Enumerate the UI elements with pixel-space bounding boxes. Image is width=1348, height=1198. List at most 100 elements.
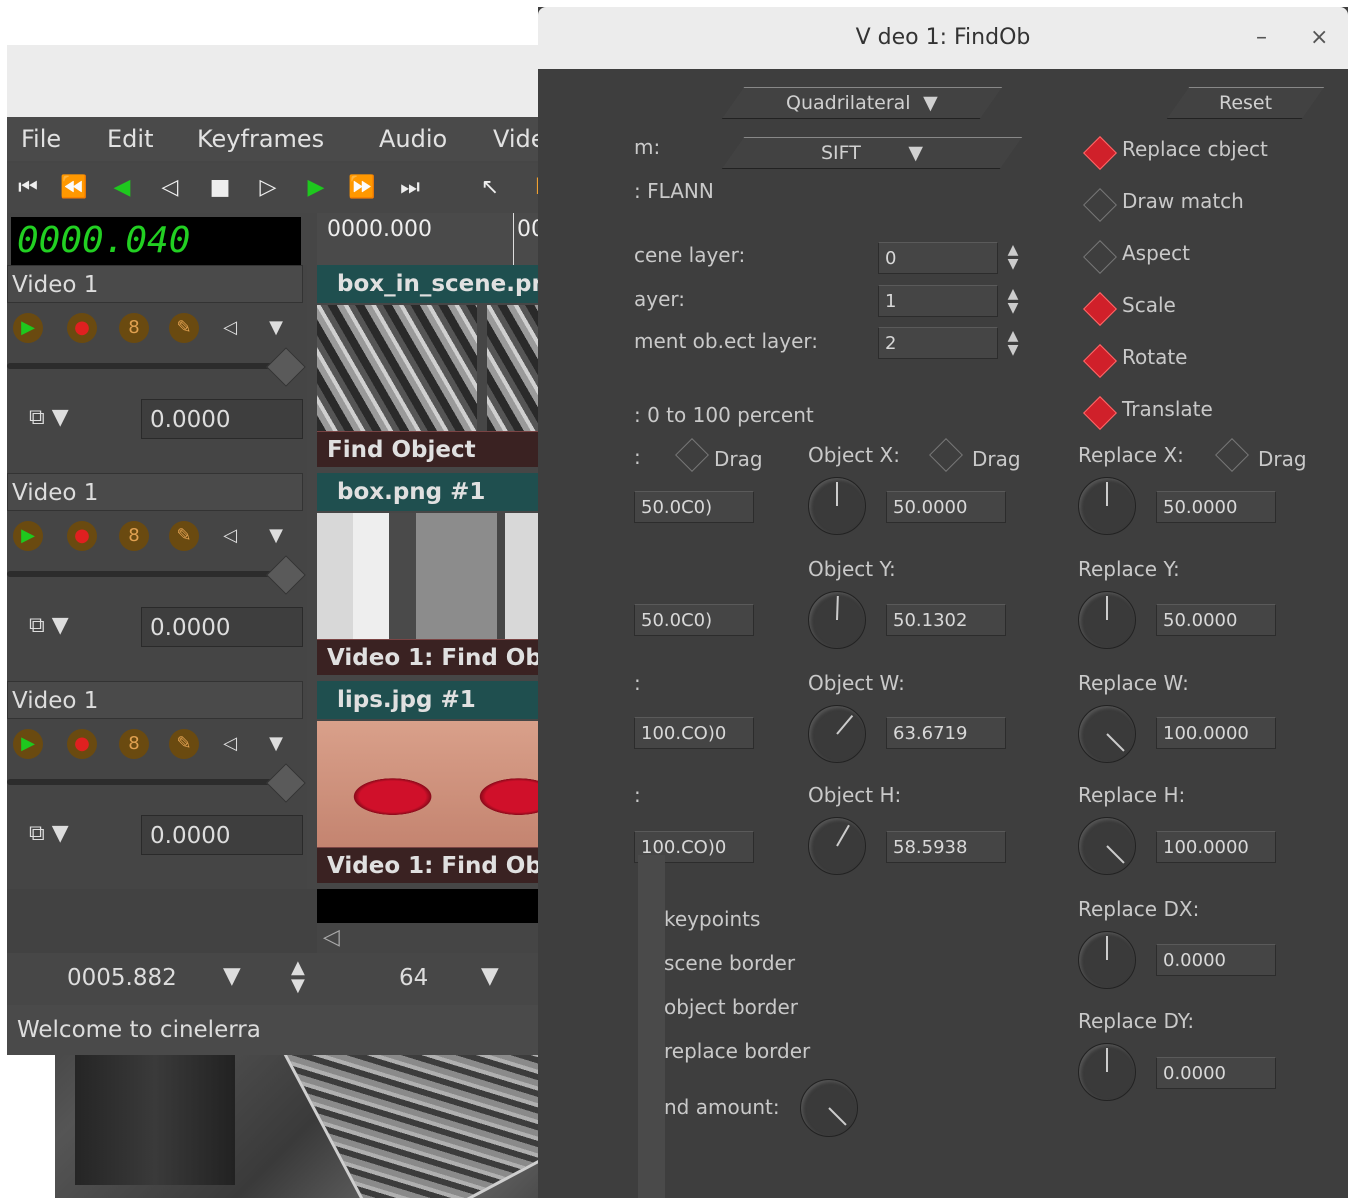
- blend-amount-knob[interactable]: [800, 1079, 858, 1137]
- draw-icon[interactable]: ✎: [169, 521, 199, 551]
- object-w-knob[interactable]: [808, 705, 866, 763]
- expand-icon[interactable]: ▼: [261, 313, 291, 343]
- record-icon[interactable]: ●: [67, 729, 97, 759]
- object-drag-checkbox[interactable]: [929, 438, 963, 472]
- draw-keypoints-label[interactable]: keypoints: [664, 907, 760, 931]
- mode-menu[interactable]: Quadrilateral ▼: [721, 87, 1003, 119]
- gang-icon[interactable]: 8: [119, 521, 149, 551]
- fader-knob[interactable]: [266, 555, 306, 595]
- scene-layer-spin-icon[interactable]: ▲ ▼: [1004, 243, 1022, 273]
- menu-keyframes[interactable]: Keyframes: [197, 125, 324, 153]
- replace-x-knob[interactable]: [1078, 477, 1136, 535]
- replacement-layer-spin-icon[interactable]: ▲ ▼: [1004, 329, 1022, 359]
- object-x-input[interactable]: 50.0000: [886, 491, 1006, 523]
- minimize-button[interactable]: –: [1256, 7, 1267, 69]
- play-track-icon[interactable]: ▶: [13, 521, 43, 551]
- track-name[interactable]: Video 1: [7, 681, 303, 719]
- to-start-icon[interactable]: ⏮: [11, 171, 45, 205]
- fader-track[interactable]: [7, 571, 289, 577]
- replace-y-input[interactable]: 50.0000: [1156, 604, 1276, 636]
- replace-w-input[interactable]: 100.0000: [1156, 717, 1276, 749]
- replace-h-input[interactable]: 100.0000: [1156, 831, 1276, 863]
- mute-icon[interactable]: ◁: [215, 729, 245, 759]
- fast-forward-icon[interactable]: ⏩: [345, 171, 379, 205]
- fader-value[interactable]: 0.0000: [141, 607, 303, 647]
- zoom-time-dropdown-icon[interactable]: ▼: [223, 963, 241, 989]
- translate-checkbox[interactable]: [1083, 396, 1117, 430]
- zoom-time[interactable]: 0005.882: [67, 965, 177, 991]
- close-button[interactable]: ×: [1310, 7, 1328, 69]
- replace-dy-input[interactable]: 0.0000: [1156, 1057, 1276, 1089]
- expand-icon[interactable]: ▼: [261, 521, 291, 551]
- mute-icon[interactable]: ◁: [215, 521, 245, 551]
- draw-replace-border-label[interactable]: replace border: [664, 1039, 810, 1063]
- replace-dy-knob[interactable]: [1078, 1043, 1136, 1101]
- algorithm-menu[interactable]: SIFT ▼: [721, 137, 1023, 169]
- draw-scene-border-label[interactable]: scene border: [664, 951, 795, 975]
- replace-object-checkbox[interactable]: [1083, 136, 1117, 170]
- play-track-icon[interactable]: ▶: [13, 313, 43, 343]
- replace-w-knob[interactable]: [1078, 705, 1136, 763]
- replace-y-knob[interactable]: [1078, 591, 1136, 649]
- object-layer-input[interactable]: 1: [878, 285, 998, 317]
- overlay-mode-icon[interactable]: ⧉ ▼: [29, 405, 69, 430]
- replacement-layer-input[interactable]: 2: [878, 327, 998, 359]
- replace-dx-knob[interactable]: [1078, 931, 1136, 989]
- replace-h-knob[interactable]: [1078, 817, 1136, 875]
- stop-icon[interactable]: ■: [203, 171, 237, 205]
- replace-drag-checkbox[interactable]: [1215, 438, 1249, 472]
- overlay-mode-icon[interactable]: ⧉ ▼: [29, 613, 69, 638]
- fader-track[interactable]: [7, 779, 289, 785]
- menu-edit[interactable]: Edit: [107, 125, 153, 153]
- overlay-mode-icon[interactable]: ⧉ ▼: [29, 821, 69, 846]
- zoom-samples[interactable]: 64: [399, 965, 428, 991]
- menu-file[interactable]: File: [21, 125, 61, 153]
- draw-object-border-label[interactable]: object border: [664, 995, 798, 1019]
- fader-value[interactable]: 0.0000: [141, 815, 303, 855]
- scene-w-input[interactable]: 100.CO)0: [634, 717, 754, 749]
- track-name[interactable]: Video 1: [7, 473, 303, 511]
- mute-icon[interactable]: ◁: [215, 313, 245, 343]
- play-icon[interactable]: ▶: [299, 171, 333, 205]
- menu-audio[interactable]: Audio: [379, 125, 447, 153]
- reset-button[interactable]: Reset: [1166, 87, 1325, 119]
- zoom-samples-dropdown-icon[interactable]: ▼: [481, 963, 499, 989]
- object-h-knob[interactable]: [808, 817, 866, 875]
- object-y-input[interactable]: 50.1302: [886, 604, 1006, 636]
- expand-icon[interactable]: ▼: [261, 729, 291, 759]
- gang-icon[interactable]: 8: [119, 313, 149, 343]
- draw-match-checkbox[interactable]: [1083, 188, 1117, 222]
- track-name[interactable]: Video 1: [7, 265, 303, 303]
- rewind-icon[interactable]: ◀: [105, 171, 139, 205]
- frame-forward-icon[interactable]: ▷: [251, 171, 285, 205]
- replace-x-input[interactable]: 50.0000: [1156, 491, 1276, 523]
- to-end-icon[interactable]: ⏭: [393, 171, 427, 205]
- fader-knob[interactable]: [266, 763, 306, 803]
- record-icon[interactable]: ●: [67, 521, 97, 551]
- draw-icon[interactable]: ✎: [169, 729, 199, 759]
- gang-icon[interactable]: 8: [119, 729, 149, 759]
- object-layer-spin-icon[interactable]: ▲ ▼: [1004, 287, 1022, 317]
- frame-back-icon[interactable]: ◁: [153, 171, 187, 205]
- fast-rewind-icon[interactable]: ⏪: [57, 171, 91, 205]
- record-icon[interactable]: ●: [67, 313, 97, 343]
- fader-value[interactable]: 0.0000: [141, 399, 303, 439]
- draw-icon[interactable]: ✎: [169, 313, 199, 343]
- play-track-icon[interactable]: ▶: [13, 729, 43, 759]
- scene-layer-input[interactable]: 0: [878, 242, 998, 274]
- object-x-knob[interactable]: [808, 477, 866, 535]
- replace-dx-input[interactable]: 0.0000: [1156, 944, 1276, 976]
- scale-checkbox[interactable]: [1083, 292, 1117, 326]
- fader-knob[interactable]: [266, 347, 306, 387]
- scene-y-input[interactable]: 50.0C0): [634, 604, 754, 636]
- object-w-input[interactable]: 63.6719: [886, 717, 1006, 749]
- scene-x-input[interactable]: 50.0C0): [634, 491, 754, 523]
- aspect-checkbox[interactable]: [1083, 240, 1117, 274]
- scene-drag-checkbox[interactable]: [675, 438, 709, 472]
- rotate-checkbox[interactable]: [1083, 344, 1117, 378]
- scroll-left-icon[interactable]: ◁: [323, 925, 340, 950]
- object-y-knob[interactable]: [808, 591, 866, 649]
- zoom-time-spin-icon[interactable]: ▲ ▼: [291, 959, 305, 995]
- arrow-icon[interactable]: ↖: [473, 171, 507, 205]
- object-h-input[interactable]: 58.5938: [886, 831, 1006, 863]
